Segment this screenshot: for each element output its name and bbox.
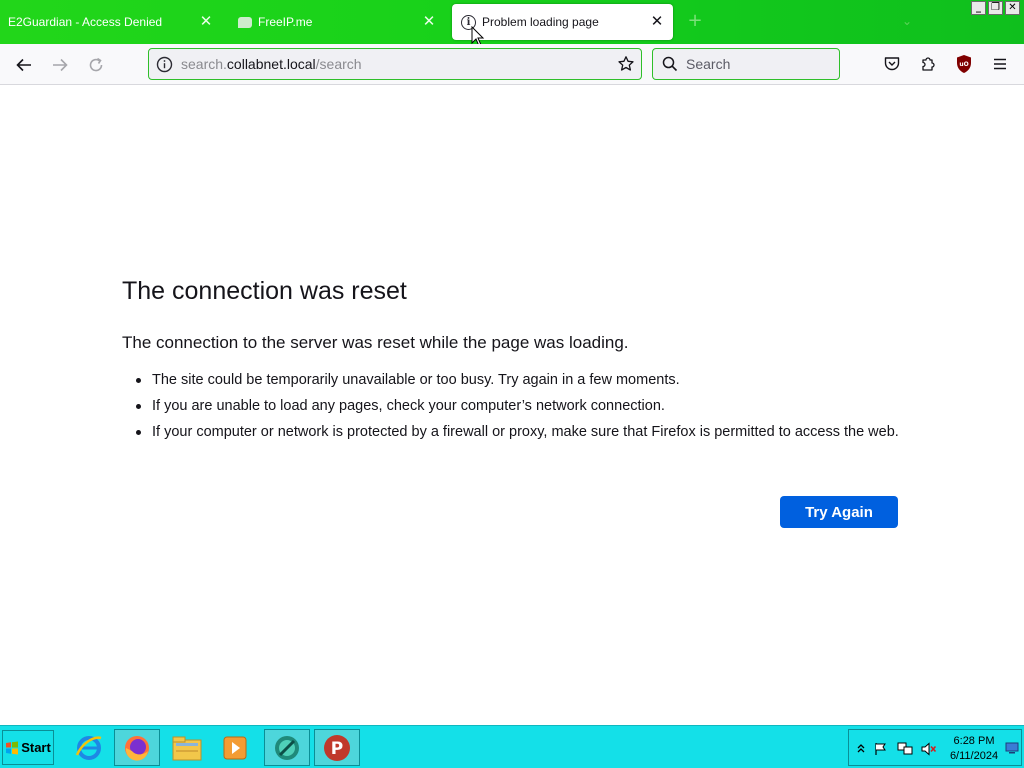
close-icon[interactable]: ✕ bbox=[198, 13, 214, 30]
search-bar[interactable] bbox=[652, 48, 840, 80]
url-path: /search bbox=[315, 56, 362, 72]
internet-explorer-icon[interactable] bbox=[66, 729, 112, 766]
list-item: The site could be temporarily unavailabl… bbox=[134, 371, 904, 389]
tab-freeip[interactable]: FreeIP.me ✕ bbox=[230, 4, 445, 40]
search-input[interactable] bbox=[684, 55, 824, 73]
extensions-puzzle-icon[interactable] bbox=[916, 52, 940, 76]
page-content: The connection was reset The connection … bbox=[0, 85, 1024, 725]
error-title: The connection was reset bbox=[122, 277, 407, 305]
show-desktop-icon[interactable] bbox=[1004, 740, 1020, 756]
clock-time: 6:28 PM bbox=[953, 735, 995, 747]
media-player-icon[interactable] bbox=[212, 729, 258, 766]
ublock-shield-icon[interactable]: uO bbox=[952, 52, 976, 76]
chevron-down-icon[interactable]: ⌄ bbox=[900, 14, 914, 28]
restore-icon[interactable]: ❐ bbox=[988, 1, 1003, 15]
url-prefix: search. bbox=[181, 56, 227, 72]
svg-text:uO: uO bbox=[959, 61, 968, 68]
list-item: If your computer or network is protected… bbox=[134, 423, 904, 441]
clock[interactable]: 6:28 PM 6/11/2024 bbox=[943, 734, 1005, 764]
tab-problem-loading[interactable]: i Problem loading page ✕ bbox=[452, 4, 673, 40]
start-button[interactable]: Start bbox=[2, 730, 54, 765]
search-icon bbox=[662, 56, 678, 72]
star-bookmark-icon[interactable] bbox=[617, 55, 635, 73]
new-tab-icon[interactable]: + bbox=[686, 12, 704, 30]
tab-strip: E2Guardian - Access Denied ✕ FreeIP.me ✕… bbox=[0, 0, 1024, 47]
try-again-button[interactable]: Try Again bbox=[780, 496, 898, 528]
svg-text:P: P bbox=[331, 739, 343, 759]
back-arrow-icon[interactable] bbox=[10, 51, 38, 79]
forward-arrow-icon[interactable] bbox=[46, 51, 74, 79]
navigation-toolbar: search.collabnet.local/search uO bbox=[0, 44, 1024, 85]
remote-desktop-icon[interactable] bbox=[264, 729, 310, 766]
start-label: Start bbox=[21, 740, 51, 755]
tab-e2guardian[interactable]: E2Guardian - Access Denied ✕ bbox=[0, 4, 222, 40]
flag-icon[interactable] bbox=[873, 741, 889, 757]
network-icon[interactable] bbox=[897, 741, 913, 757]
error-suggestions-list: The site could be temporarily unavailabl… bbox=[134, 371, 904, 449]
reload-icon[interactable] bbox=[82, 51, 110, 79]
url-domain: collabnet.local bbox=[226, 56, 316, 72]
close-window-icon[interactable]: ✕ bbox=[1005, 1, 1020, 15]
pocket-icon[interactable] bbox=[880, 52, 904, 76]
tab-label: E2Guardian - Access Denied bbox=[8, 15, 163, 29]
firefox-icon[interactable] bbox=[114, 729, 160, 766]
url-text: search.collabnet.local/search bbox=[181, 56, 362, 72]
list-item: If you are unable to load any pages, che… bbox=[134, 397, 904, 415]
close-icon[interactable]: ✕ bbox=[421, 13, 437, 30]
chevron-up-icon[interactable] bbox=[853, 741, 869, 757]
close-icon[interactable]: ✕ bbox=[649, 13, 665, 30]
volume-muted-icon[interactable] bbox=[921, 741, 937, 757]
windows-logo-icon bbox=[6, 741, 19, 754]
psiphon-icon[interactable]: P bbox=[314, 729, 360, 766]
chat-bubble-icon bbox=[238, 16, 252, 28]
system-tray: 6:28 PM 6/11/2024 bbox=[848, 729, 1022, 766]
info-icon[interactable] bbox=[155, 55, 173, 73]
file-explorer-icon[interactable] bbox=[164, 729, 210, 766]
hamburger-menu-icon[interactable] bbox=[988, 52, 1012, 76]
url-bar[interactable]: search.collabnet.local/search bbox=[148, 48, 642, 80]
tab-label: FreeIP.me bbox=[258, 15, 313, 29]
clock-date: 6/11/2024 bbox=[949, 750, 999, 762]
taskbar: Start P 6:28 PM 6/11/2024 bbox=[0, 725, 1024, 768]
tab-label: Problem loading page bbox=[482, 15, 599, 29]
minimize-icon[interactable]: _ bbox=[971, 1, 986, 15]
error-description: The connection to the server was reset w… bbox=[122, 333, 629, 352]
window-controls: _ ❐ ✕ bbox=[971, 1, 1020, 15]
